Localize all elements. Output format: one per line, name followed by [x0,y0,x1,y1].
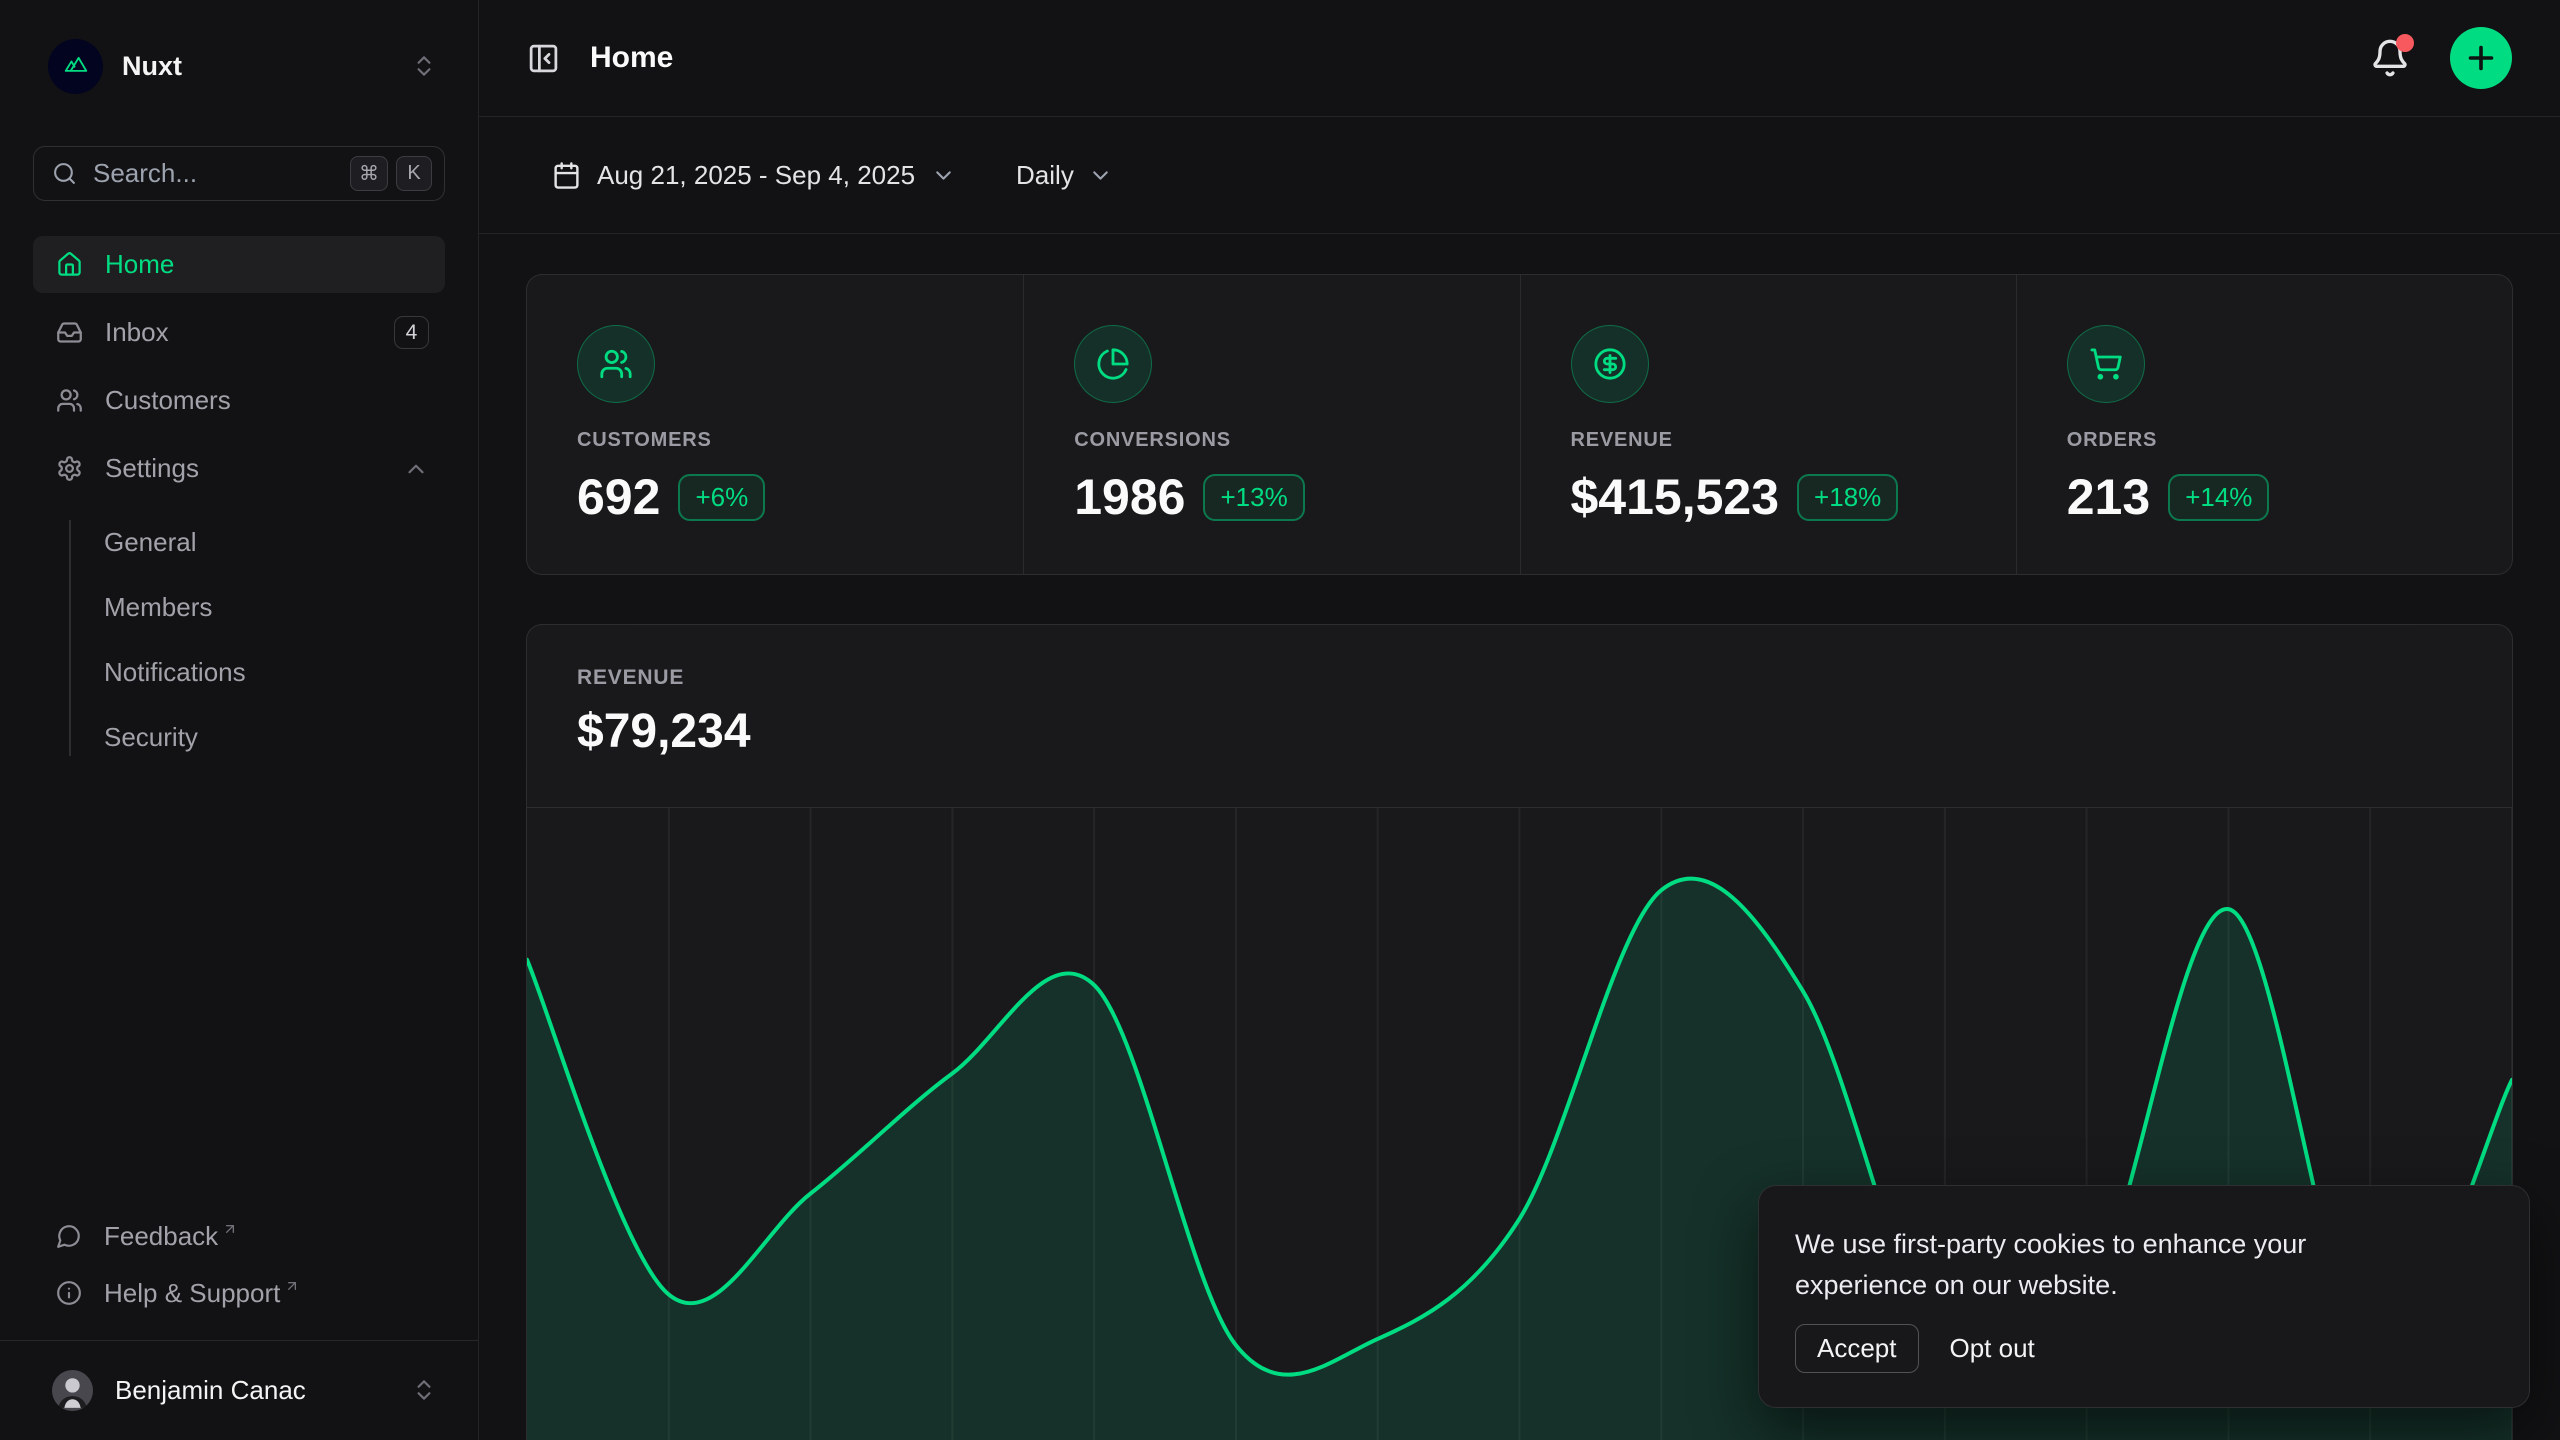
stat-label: CONVERSIONS [1074,429,1519,452]
cookie-message: We use first-party cookies to enhance yo… [1795,1224,2395,1306]
sidebar-item-notifications[interactable]: Notifications [33,644,445,701]
search-shortcut: ⌘ K [350,156,432,191]
revenue-chart-header: REVENUE $79,234 [527,625,2512,807]
users-icon [56,387,83,414]
stat-value: $415,523 [1571,468,1780,526]
stat-delta-badge: +13% [1203,474,1304,521]
date-range-picker[interactable]: Aug 21, 2025 - Sep 4, 2025 [527,160,956,191]
message-icon [56,1223,82,1249]
stat-delta-badge: +18% [1797,474,1898,521]
sidebar-nav: Home Inbox 4 Customers [33,236,445,766]
stat-label: CUSTOMERS [577,429,1023,452]
stat-value: 213 [2067,468,2150,526]
home-icon [56,251,83,278]
sidebar-item-home[interactable]: Home [33,236,445,293]
accept-button[interactable]: Accept [1795,1324,1919,1373]
settings-submenu: General Members Notifications Security [33,514,445,766]
plus-icon [2463,40,2499,76]
sidebar-item-inbox[interactable]: Inbox 4 [33,304,445,361]
stat-value: 1986 [1074,468,1185,526]
info-icon [56,1280,82,1306]
date-range-value: Aug 21, 2025 - Sep 4, 2025 [597,160,915,191]
search-input[interactable]: Search... ⌘ K [33,146,445,201]
inbox-count-badge: 4 [394,316,429,349]
sidebar-item-help-support[interactable]: Help & Support [33,1265,445,1322]
sidebar-item-members[interactable]: Members [33,579,445,636]
chevrons-up-down-icon [411,53,437,79]
chevrons-up-down-icon [411,1377,437,1403]
user-name: Benjamin Canac [115,1375,306,1406]
sidebar-item-label: Customers [105,385,231,416]
sidebar-item-label: Inbox [105,317,169,348]
workspace-name: Nuxt [122,51,182,82]
calendar-icon [552,161,581,190]
stat-label: REVENUE [1571,429,2016,452]
sidebar-item-label: Settings [105,453,199,484]
kbd-cmd: ⌘ [350,156,388,191]
sidebar-item-customers[interactable]: Customers [33,372,445,429]
revenue-chart-total: $79,234 [577,704,2512,759]
search-placeholder: Search... [93,158,197,189]
opt-out-button[interactable]: Opt out [1934,1324,2051,1373]
stat-card-customers[interactable]: CUSTOMERS 692 +6% [527,275,1023,574]
sidebar-item-general[interactable]: General [33,514,445,571]
chevron-down-icon [931,163,956,188]
sidebar-item-settings[interactable]: Settings [33,440,445,497]
sidebar-item-label: Help & Support [104,1278,280,1309]
controls-row: Aug 21, 2025 - Sep 4, 2025 Daily [479,117,2560,234]
notification-dot [2396,34,2414,52]
workspace-selector[interactable]: Nuxt [33,38,445,94]
cart-icon [2067,325,2145,403]
inbox-icon [56,319,83,346]
sidebar-item-label: Home [105,249,174,280]
chevron-up-icon [403,456,429,482]
sidebar-item-feedback[interactable]: Feedback [33,1208,445,1265]
top-header: Home [479,0,2560,117]
avatar [52,1370,93,1411]
granularity-value: Daily [1016,160,1074,191]
sidebar: Nuxt Search... ⌘ K Home [0,0,479,1440]
stat-delta-badge: +6% [678,474,765,521]
sidebar-spacer [33,766,445,1208]
notifications-button[interactable] [2370,38,2410,78]
revenue-chart-label: REVENUE [577,666,2512,690]
stat-delta-badge: +14% [2168,474,2269,521]
add-button[interactable] [2450,27,2512,89]
external-link-icon [222,1221,238,1237]
stats-row: CUSTOMERS 692 +6% CONVERSIONS 1986 +13% [526,274,2513,575]
stat-value: 692 [577,468,660,526]
external-link-icon [284,1278,300,1294]
stat-card-orders[interactable]: ORDERS 213 +14% [2016,275,2512,574]
search-icon [52,161,77,186]
chevron-down-icon [1088,163,1113,188]
stat-label: ORDERS [2067,429,2512,452]
gear-icon [56,455,83,482]
nuxt-logo-icon [48,39,103,94]
users-icon [577,325,655,403]
stat-card-conversions[interactable]: CONVERSIONS 1986 +13% [1023,275,1519,574]
dollar-circle-icon [1571,325,1649,403]
sidebar-divider [0,1340,478,1342]
pie-chart-icon [1074,325,1152,403]
collapse-sidebar-icon[interactable] [527,42,560,75]
page-title: Home [590,41,673,75]
stat-card-revenue[interactable]: REVENUE $415,523 +18% [1520,275,2016,574]
granularity-select[interactable]: Daily [1016,160,1113,191]
kbd-k: K [396,156,432,191]
sidebar-item-security[interactable]: Security [33,709,445,766]
user-menu[interactable]: Benjamin Canac [33,1351,445,1429]
sidebar-item-label: Feedback [104,1221,218,1252]
cookie-banner: We use first-party cookies to enhance yo… [1758,1185,2530,1408]
